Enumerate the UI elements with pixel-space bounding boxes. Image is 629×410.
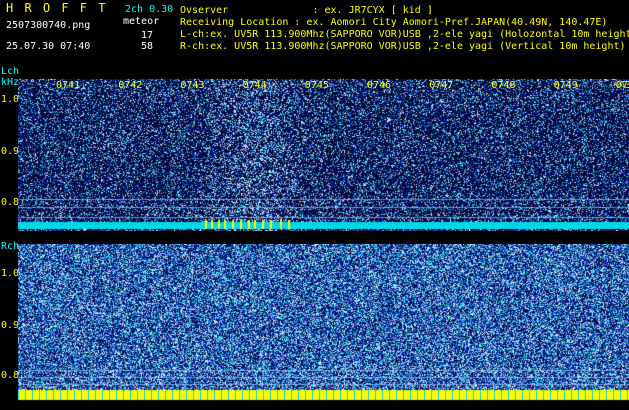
lch-unit: kHz [1, 77, 20, 88]
rch-waterfall [18, 244, 629, 408]
location-line: Receiving Location : ex. Aomori City Aom… [180, 17, 608, 28]
time-tick-0748: 0748 [491, 80, 516, 91]
lch-tick-1-0: 1.0 [1, 94, 20, 105]
time-tick-0741: 0741 [56, 80, 81, 91]
rch-label: Rch [1, 241, 20, 252]
time-tick-0749: 0749 [553, 80, 578, 91]
time-tick-0747: 0747 [429, 80, 454, 91]
rch-tick-0-8: 0.8 [1, 370, 20, 381]
time-tick-0744: 0744 [242, 80, 267, 91]
timestamp-label: 25.07.30 07:40 [6, 41, 91, 52]
time-tick-tail: '3 [619, 80, 629, 91]
header-panel: H R O F F T 2ch 0.30 2507300740.png mete… [0, 0, 629, 65]
meteor-label: meteor [123, 16, 160, 27]
time-tick-0746: 0746 [367, 80, 392, 91]
lch-tick-0-8: 0.8 [1, 197, 20, 208]
rch-info-line: R-ch:ex. UV5R 113.900Mhz(SAPPORO VOR)USB… [180, 41, 626, 52]
lch-info-line: L-ch:ex. UV5R 113.900Mhz(SAPPORO VOR)USB… [180, 29, 629, 40]
version-label: 2ch 0.30 [125, 4, 174, 15]
time-tick-0743: 0743 [180, 80, 205, 91]
lch-label: Lch [1, 66, 20, 77]
rch-tick-0-9: 0.9 [1, 320, 20, 331]
lch-tick-0-9: 0.9 [1, 146, 20, 157]
meteor-l-count: 17 [141, 30, 154, 41]
filename-label: 2507300740.png [6, 20, 91, 31]
time-tick-0742: 0742 [118, 80, 143, 91]
app-title: H R O F F T [6, 1, 108, 15]
time-tick-0745: 0745 [304, 80, 329, 91]
meteor-r-count: 58 [141, 41, 154, 52]
observer-line: Ovserver : ex. JR7CYX [ kid ] [180, 5, 433, 16]
rch-tick-1-0: 1.0 [1, 268, 20, 279]
lch-waterfall [18, 79, 629, 231]
